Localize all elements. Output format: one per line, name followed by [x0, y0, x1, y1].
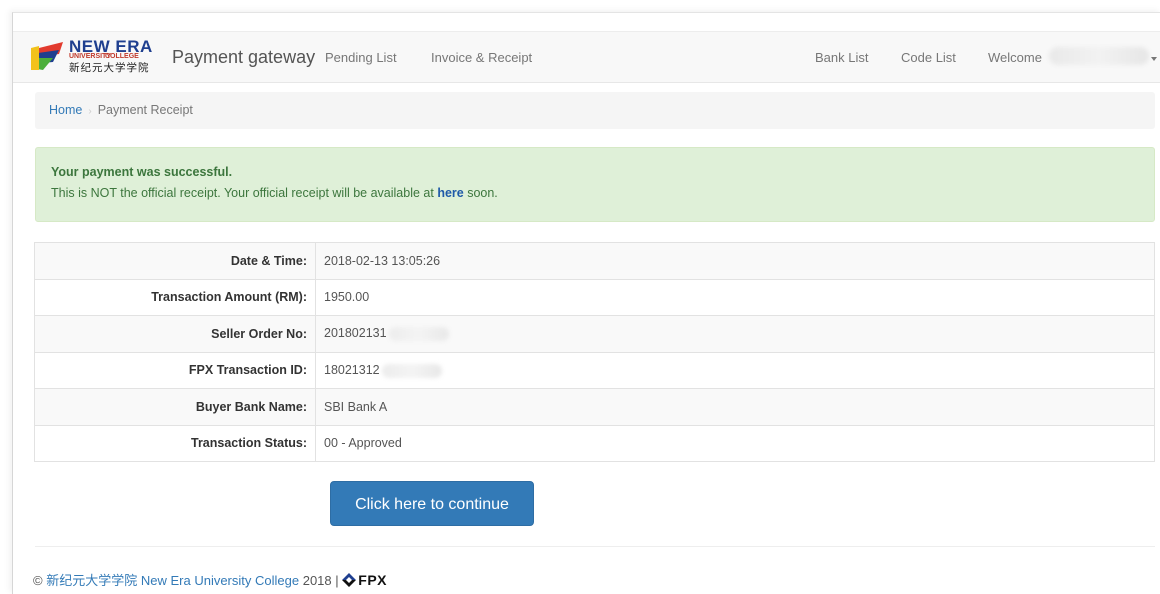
- nav-pending-list[interactable]: Pending List: [325, 50, 397, 65]
- copyright-symbol: ©: [33, 573, 43, 588]
- logo-text: NEW ERA UNIVERSITY COLLEGE 新纪元大学学院: [69, 38, 153, 74]
- logo-subtitle: UNIVERSITY COLLEGE: [69, 53, 139, 60]
- browser-content: NEW ERA UNIVERSITY COLLEGE 新纪元大学学院 Payme…: [12, 12, 1160, 594]
- footer-divider: [35, 546, 1155, 547]
- receipt-table: Date & Time: 2018-02-13 13:05:26 Transac…: [34, 242, 1155, 462]
- logo-chinese: 新纪元大学学院: [69, 62, 150, 74]
- redacted-value: [381, 363, 442, 378]
- alert-message: This is NOT the official receipt. Your o…: [51, 186, 498, 200]
- row-value: 201802131: [315, 315, 1155, 353]
- nav-welcome[interactable]: Welcome: [988, 50, 1042, 65]
- table-row: Buyer Bank Name: SBI Bank A: [34, 388, 1155, 426]
- footer-year: 2018 |: [302, 573, 339, 588]
- nav-bank-list[interactable]: Bank List: [815, 50, 868, 65]
- redacted-value: [388, 327, 449, 342]
- table-row: Seller Order No: 201802131: [34, 315, 1155, 353]
- caret-down-icon[interactable]: [1151, 57, 1157, 61]
- breadcrumb-separator-icon: ›: [88, 106, 92, 117]
- breadcrumb-current: Payment Receipt: [97, 103, 193, 117]
- continue-button[interactable]: Click here to continue: [330, 481, 534, 526]
- row-label: Seller Order No:: [34, 315, 316, 353]
- nav-invoice-receipt[interactable]: Invoice & Receipt: [431, 50, 532, 65]
- row-label: FPX Transaction ID:: [34, 351, 316, 389]
- row-value: 00 - Approved: [315, 424, 1155, 462]
- nav-code-list[interactable]: Code List: [901, 50, 956, 65]
- table-row: Transaction Status: 00 - Approved: [34, 424, 1155, 462]
- success-alert: Your payment was successful. This is NOT…: [35, 147, 1155, 222]
- footer-org-link[interactable]: 新纪元大学学院 New Era University College: [46, 573, 299, 588]
- flag-logo-icon: [31, 42, 63, 70]
- logo[interactable]: NEW ERA UNIVERSITY COLLEGE 新纪元大学学院: [29, 38, 169, 78]
- fpx-logo-text: FPX: [358, 572, 387, 588]
- breadcrumb-home[interactable]: Home: [49, 103, 82, 117]
- breadcrumb: Home › Payment Receipt: [35, 92, 1155, 129]
- fpx-logo-icon: [342, 573, 357, 590]
- row-value: 2018-02-13 13:05:26: [315, 242, 1155, 280]
- brand-title[interactable]: Payment gateway: [172, 47, 315, 68]
- alert-title: Your payment was successful.: [51, 165, 233, 179]
- row-value: 1950.00: [315, 278, 1155, 316]
- table-row: Transaction Amount (RM): 1950.00: [34, 278, 1155, 316]
- row-label: Transaction Status:: [34, 424, 316, 462]
- row-label: Date & Time:: [34, 242, 316, 280]
- row-value: SBI Bank A: [315, 388, 1155, 426]
- footer: © 新纪元大学学院 New Era University College 201…: [33, 570, 387, 590]
- username-redacted[interactable]: [1049, 47, 1149, 65]
- table-row: Date & Time: 2018-02-13 13:05:26: [34, 242, 1155, 280]
- row-label: Transaction Amount (RM):: [34, 278, 316, 316]
- row-value: 18021312: [315, 351, 1155, 389]
- row-label: Buyer Bank Name:: [34, 388, 316, 426]
- navbar: NEW ERA UNIVERSITY COLLEGE 新纪元大学学院 Payme…: [13, 31, 1160, 83]
- official-receipt-link[interactable]: here: [437, 186, 463, 200]
- table-row: FPX Transaction ID: 18021312: [34, 351, 1155, 389]
